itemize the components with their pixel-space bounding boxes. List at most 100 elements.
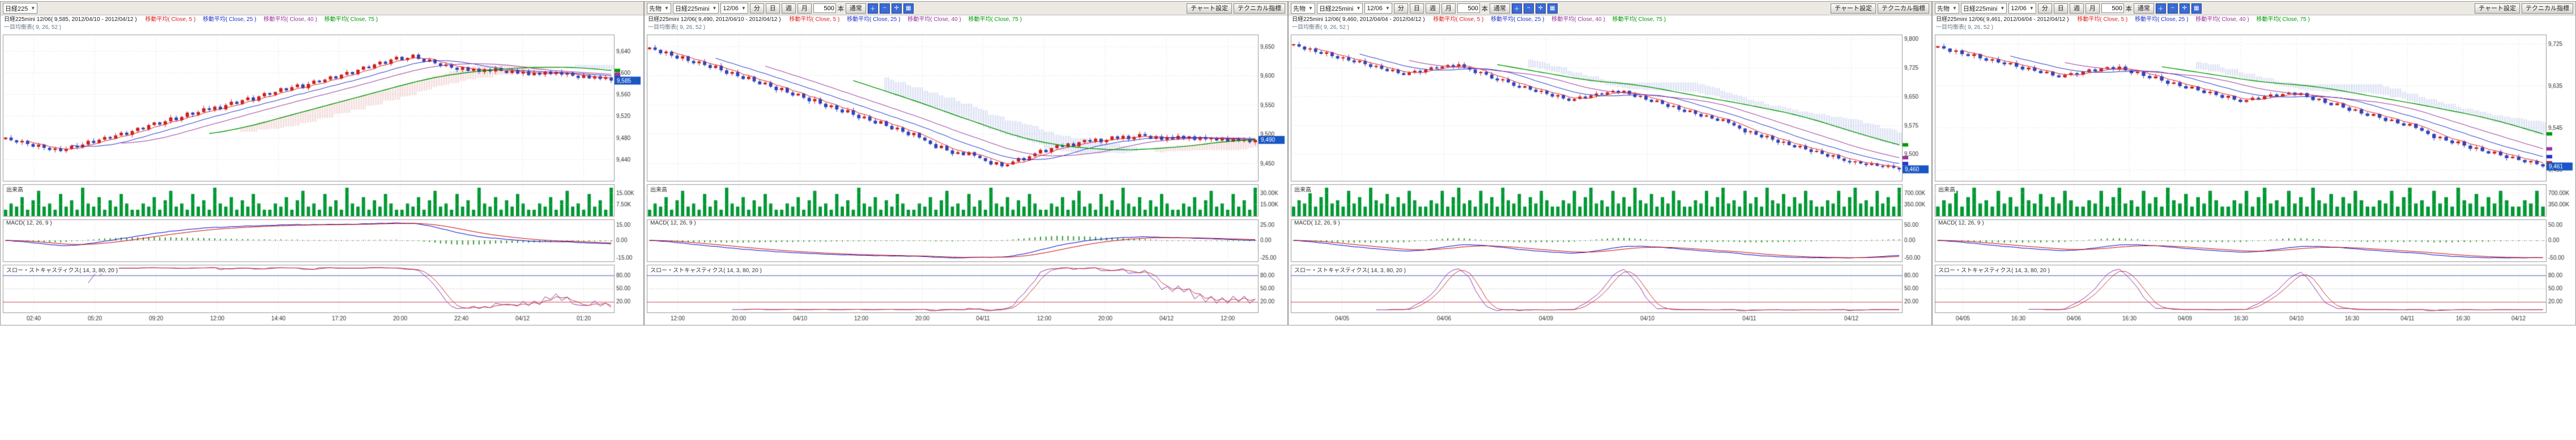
legend-ma-5: 移動平均( Close, 5 ) bbox=[789, 16, 839, 23]
period-month-button[interactable]: 月 bbox=[2085, 3, 2100, 14]
zoom-in-button[interactable]: ＋ bbox=[1512, 3, 1522, 14]
price-chart-canvas[interactable] bbox=[1, 32, 642, 325]
legend-ichimoku: 一目均衡表( 9, 26, 52 ) bbox=[4, 24, 61, 31]
chart-panels: 日経225 ▼ 日経225mini 12/06( 9,585, 2012/04/… bbox=[0, 0, 2576, 325]
instrument-type-select[interactable]: 先物 ▼ bbox=[1291, 3, 1315, 14]
zoom-out-icon: − bbox=[1527, 5, 1530, 11]
bars-unit-label: 本 bbox=[2126, 4, 2132, 13]
period-week-button[interactable]: 週 bbox=[782, 3, 796, 14]
contract-select[interactable]: 12/06 ▼ bbox=[720, 3, 748, 14]
volume-pane-title: 出来高 bbox=[649, 185, 668, 193]
symbol-select[interactable]: 日経225mini ▼ bbox=[1317, 3, 1363, 14]
legend-ichimoku: 一目均衡表( 9, 26, 52 ) bbox=[1292, 24, 1349, 31]
crosshair-button[interactable]: ✛ bbox=[1536, 3, 1546, 14]
grid-button[interactable]: ▦ bbox=[2191, 3, 2202, 14]
legend-ma-5: 移動平均( Close, 5 ) bbox=[1433, 16, 1483, 23]
chevron-down-icon: ▼ bbox=[1385, 6, 1390, 11]
legend-ma-5: 移動平均( Close, 5 ) bbox=[2077, 16, 2127, 23]
symbol-select[interactable]: 日経225 ▼ bbox=[3, 3, 37, 14]
period-month-button[interactable]: 月 bbox=[1441, 3, 1456, 14]
crosshair-button[interactable]: ✛ bbox=[892, 3, 902, 14]
normal-mode-button[interactable]: 通常 bbox=[846, 3, 866, 14]
period-week-button[interactable]: 週 bbox=[2070, 3, 2084, 14]
normal-mode-button[interactable]: 通常 bbox=[1490, 3, 1510, 14]
chart-toolbar: 日経225 ▼ bbox=[1, 2, 643, 15]
volume-pane-title: 出来高 bbox=[1937, 185, 1956, 193]
period-day-button[interactable]: 日 bbox=[1410, 3, 1424, 14]
chart-settings-button[interactable]: チャート設定 bbox=[1831, 3, 1876, 14]
grid-icon: ▦ bbox=[1550, 5, 1555, 11]
technical-button[interactable]: テクニカル指標 bbox=[1878, 3, 1929, 14]
period-week-button[interactable]: 週 bbox=[1426, 3, 1440, 14]
chevron-down-icon: ▼ bbox=[2029, 6, 2034, 11]
chart-toolbar: 先物 ▼ 日経225mini ▼ 12/06 ▼ 分 日 週 月 本 通常 ＋ … bbox=[1933, 2, 2575, 15]
zoom-in-button[interactable]: ＋ bbox=[868, 3, 878, 14]
zoom-out-icon: − bbox=[2171, 5, 2174, 11]
zoom-in-icon: ＋ bbox=[2158, 4, 2164, 12]
contract-select[interactable]: 12/06 ▼ bbox=[2008, 3, 2036, 14]
zoom-out-button[interactable]: − bbox=[2168, 3, 2178, 14]
period-minute-button[interactable]: 分 bbox=[1394, 3, 1408, 14]
zoom-in-button[interactable]: ＋ bbox=[2156, 3, 2166, 14]
crosshair-icon: ✛ bbox=[2182, 5, 2187, 11]
instrument-type-label: 先物 bbox=[1937, 4, 1950, 13]
chart-legend: 日経225mini 12/06( 9,460, 2012/04/04 - 201… bbox=[1289, 15, 1931, 32]
chart-settings-button[interactable]: チャート設定 bbox=[2475, 3, 2520, 14]
macd-pane-title: MACD( 12, 26, 9 ) bbox=[1293, 220, 1341, 226]
period-month-button[interactable]: 月 bbox=[797, 3, 812, 14]
contract-select[interactable]: 12/06 ▼ bbox=[1364, 3, 1392, 14]
grid-button[interactable]: ▦ bbox=[903, 3, 914, 14]
grid-button[interactable]: ▦ bbox=[1547, 3, 1558, 14]
stoch-pane-title: スロー・ストキャスティクス( 14, 3, 80, 20 ) bbox=[1293, 265, 1407, 274]
chart-area: 出来高 MACD( 12, 26, 9 ) スロー・ストキャスティクス( 14,… bbox=[1933, 32, 2575, 325]
price-chart-canvas[interactable] bbox=[1933, 32, 2574, 325]
zoom-in-icon: ＋ bbox=[870, 4, 876, 12]
legend-ma-75: 移動平均( Close, 75 ) bbox=[1613, 16, 1666, 23]
price-chart-canvas[interactable] bbox=[645, 32, 1286, 325]
instrument-type-select[interactable]: 先物 ▼ bbox=[1935, 3, 1959, 14]
zoom-out-button[interactable]: − bbox=[1524, 3, 1534, 14]
stoch-pane-title: スロー・ストキャスティクス( 14, 3, 80, 20 ) bbox=[5, 265, 119, 274]
chevron-down-icon: ▼ bbox=[31, 6, 35, 11]
contract-select-label: 12/06 bbox=[723, 5, 739, 12]
instrument-type-select[interactable]: 先物 ▼ bbox=[647, 3, 671, 14]
instrument-legend: 日経225mini 12/06( 9,585, 2012/04/10 - 201… bbox=[4, 16, 137, 23]
chart-panel-1: 日経225 ▼ 日経225mini 12/06( 9,585, 2012/04/… bbox=[0, 1, 644, 325]
chevron-down-icon: ▼ bbox=[1356, 6, 1360, 11]
grid-icon: ▦ bbox=[2194, 5, 2199, 11]
grid-icon: ▦ bbox=[906, 5, 911, 11]
normal-mode-button[interactable]: 通常 bbox=[2134, 3, 2154, 14]
macd-pane-title: MACD( 12, 26, 9 ) bbox=[5, 220, 53, 226]
legend-ma-75: 移動平均( Close, 75 ) bbox=[325, 16, 378, 23]
legend-ma-25: 移動平均( Close, 25 ) bbox=[2135, 16, 2188, 23]
instrument-type-label: 先物 bbox=[649, 4, 662, 13]
chevron-down-icon: ▼ bbox=[1308, 6, 1313, 11]
symbol-select[interactable]: 日経225mini ▼ bbox=[1961, 3, 2007, 14]
chart-area: 出来高 MACD( 12, 26, 9 ) スロー・ストキャスティクス( 14,… bbox=[645, 32, 1287, 325]
technical-button[interactable]: テクニカル指標 bbox=[1234, 3, 1285, 14]
technical-button[interactable]: テクニカル指標 bbox=[2522, 3, 2573, 14]
contract-select-label: 12/06 bbox=[1367, 5, 1383, 12]
legend-ma-40: 移動平均( Close, 40 ) bbox=[1551, 16, 1605, 23]
legend-ma-40: 移動平均( Close, 40 ) bbox=[263, 16, 317, 23]
bars-count-input[interactable] bbox=[813, 3, 836, 13]
price-chart-canvas[interactable] bbox=[1289, 32, 1930, 325]
instrument-legend: 日経225mini 12/06( 9,490, 2012/04/10 - 201… bbox=[648, 16, 781, 23]
stoch-pane-title: スロー・ストキャスティクス( 14, 3, 80, 20 ) bbox=[1937, 265, 2051, 274]
bars-unit-label: 本 bbox=[838, 4, 844, 13]
period-day-button[interactable]: 日 bbox=[766, 3, 780, 14]
bars-unit-label: 本 bbox=[1482, 4, 1488, 13]
chart-area: 出来高 MACD( 12, 26, 9 ) スロー・ストキャスティクス( 14,… bbox=[1289, 32, 1931, 325]
bars-count-input[interactable] bbox=[2101, 3, 2124, 13]
crosshair-icon: ✛ bbox=[894, 5, 899, 11]
chart-legend: 日経225mini 12/06( 9,585, 2012/04/10 - 201… bbox=[1, 15, 643, 32]
bars-count-input[interactable] bbox=[1457, 3, 1480, 13]
zoom-out-button[interactable]: − bbox=[880, 3, 890, 14]
period-day-button[interactable]: 日 bbox=[2054, 3, 2068, 14]
crosshair-button[interactable]: ✛ bbox=[2180, 3, 2190, 14]
chart-settings-button[interactable]: チャート設定 bbox=[1187, 3, 1232, 14]
period-minute-button[interactable]: 分 bbox=[2038, 3, 2052, 14]
period-minute-button[interactable]: 分 bbox=[750, 3, 764, 14]
instrument-legend: 日経225mini 12/06( 9,460, 2012/04/04 - 201… bbox=[1292, 16, 1425, 23]
symbol-select[interactable]: 日経225mini ▼ bbox=[673, 3, 719, 14]
